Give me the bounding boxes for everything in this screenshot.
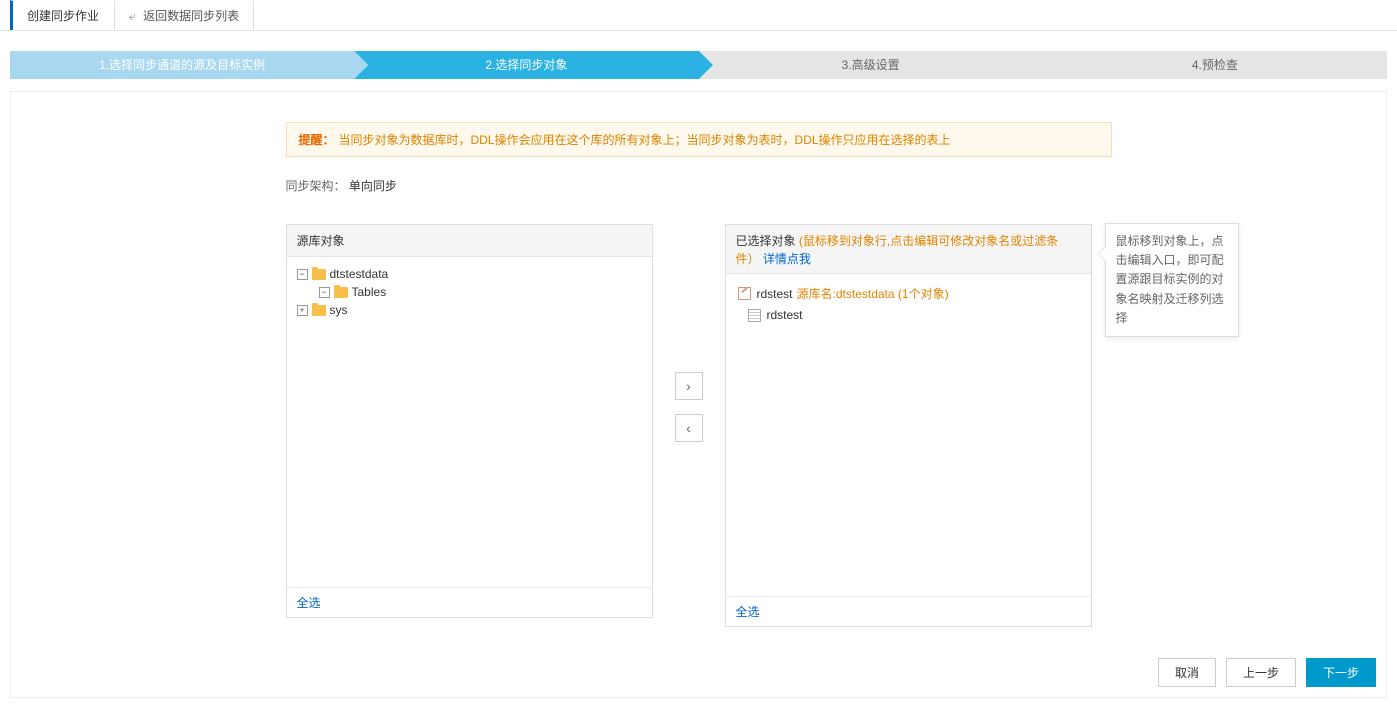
alert-banner: 提醒： 当同步对象为数据库时，DDL操作会应用在这个库的所有对象上；当同步对象为…: [286, 122, 1112, 157]
folder-icon: [312, 269, 326, 280]
expand-icon[interactable]: +: [297, 305, 308, 316]
selected-panel-header: 已选择对象 (鼠标移到对象行,点击编辑可修改对象名或过滤条件） 详情点我: [726, 225, 1091, 274]
details-link[interactable]: 详情点我: [763, 252, 811, 266]
edit-icon: [738, 287, 751, 300]
collapse-icon[interactable]: −: [297, 269, 308, 280]
selected-item-source-tag: 源库名:dtstestdata (1个对象): [797, 285, 949, 302]
tree-db-sys[interactable]: + sys: [293, 301, 646, 319]
source-tree: − dtstestdata − Tables +: [287, 257, 652, 587]
tooltip-help: 鼠标移到对象上，点击编辑入口，即可配置源跟目标实例的对象名映射及迁移列选择: [1105, 223, 1239, 337]
selected-objects-panel: 已选择对象 (鼠标移到对象行,点击编辑可修改对象名或过滤条件） 详情点我 rds…: [725, 224, 1092, 627]
folder-icon: [334, 287, 348, 298]
source-panel-header: 源库对象: [287, 225, 652, 257]
selected-item-name: rdstest: [767, 308, 803, 322]
footer-bar: 取消 上一步 下一步: [1158, 658, 1376, 687]
tab-create-sync-job: 创建同步作业: [10, 0, 114, 30]
top-bar: 创建同步作业 ⤶ 返回数据同步列表: [0, 0, 1397, 31]
back-label: 返回数据同步列表: [143, 9, 239, 23]
selected-select-all-link[interactable]: 全选: [736, 605, 760, 619]
architecture-label: 同步架构：: [286, 179, 346, 193]
move-right-button[interactable]: ›: [675, 372, 703, 400]
chevron-right-icon: ›: [686, 378, 691, 394]
steps-bar: 1.选择同步通道的源及目标实例 2.选择同步对象 3.高级设置 4.预检查: [10, 51, 1387, 79]
alert-text: 当同步对象为数据库时，DDL操作会应用在这个库的所有对象上；当同步对象为表时，D…: [339, 131, 951, 148]
back-to-list-button[interactable]: ⤶ 返回数据同步列表: [114, 0, 254, 30]
table-icon: [748, 309, 761, 322]
selected-item-name: rdstest: [757, 287, 793, 301]
source-select-all-link[interactable]: 全选: [297, 596, 321, 610]
prev-button[interactable]: 上一步: [1226, 658, 1296, 687]
transfer-buttons: › ‹: [675, 372, 703, 442]
selected-item-table[interactable]: rdstest: [732, 305, 1085, 325]
selected-item-db[interactable]: rdstest 源库名:dtstestdata (1个对象): [732, 282, 1085, 305]
source-objects-panel: 源库对象 − dtstestdata − Tables: [286, 224, 653, 618]
tree-db-label: dtstestdata: [330, 267, 389, 281]
step-2: 2.选择同步对象: [354, 51, 698, 79]
tree-sys-label: sys: [330, 303, 348, 317]
cancel-button[interactable]: 取消: [1158, 658, 1216, 687]
next-button[interactable]: 下一步: [1306, 658, 1376, 687]
tree-db-dtstestdata[interactable]: − dtstestdata: [293, 265, 646, 283]
tree-tables-label: Tables: [352, 285, 387, 299]
collapse-icon[interactable]: −: [319, 287, 330, 298]
selected-list: rdstest 源库名:dtstestdata (1个对象) rdstest: [726, 274, 1091, 596]
move-left-button[interactable]: ‹: [675, 414, 703, 442]
back-arrow-icon: ⤶: [129, 9, 136, 24]
content-area: 提醒： 当同步对象为数据库时，DDL操作会应用在这个库的所有对象上；当同步对象为…: [10, 91, 1387, 698]
step-3: 3.高级设置: [699, 51, 1043, 79]
sync-architecture-row: 同步架构： 单向同步: [286, 177, 1112, 194]
architecture-value: 单向同步: [349, 179, 397, 193]
chevron-left-icon: ‹: [686, 420, 691, 436]
step-4: 4.预检查: [1043, 51, 1387, 79]
selected-title: 已选择对象: [736, 234, 796, 248]
step-1: 1.选择同步通道的源及目标实例: [10, 51, 354, 79]
alert-label: 提醒：: [299, 131, 335, 148]
tree-tables-node[interactable]: − Tables: [315, 283, 646, 301]
folder-icon: [312, 305, 326, 316]
